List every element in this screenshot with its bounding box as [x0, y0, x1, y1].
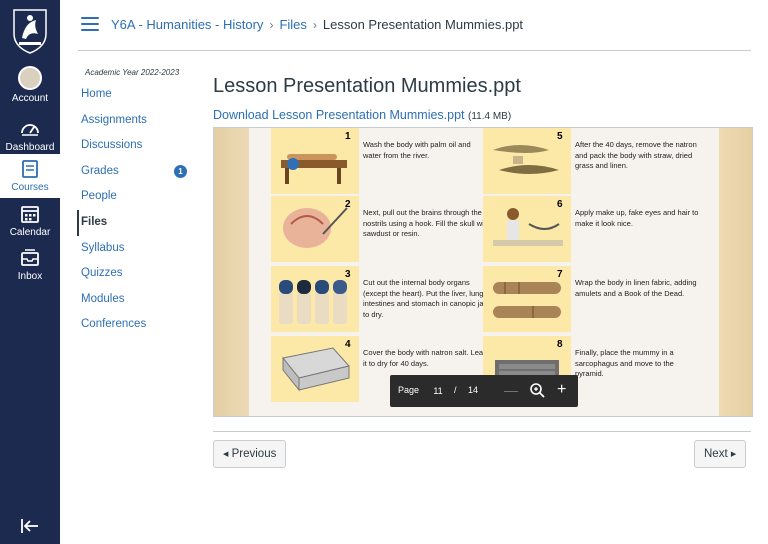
step-text: Apply make up, fake eyes and hair to mak… — [575, 208, 699, 228]
previous-button[interactable]: ◀ Previous — [213, 440, 287, 468]
global-nav-inbox[interactable]: Inbox — [0, 247, 60, 291]
collapse-nav-icon[interactable] — [19, 515, 41, 537]
course-nav-grades[interactable]: Grades 1 — [77, 159, 197, 185]
breadcrumb-current: Lesson Presentation Mummies.ppt — [322, 17, 524, 32]
step-number: 3 — [345, 269, 351, 280]
inbox-icon — [21, 249, 39, 266]
download-row: Download Lesson Presentation Mummies.ppt… — [213, 108, 511, 122]
global-nav-account[interactable]: Account — [0, 66, 60, 110]
page-header: Y6A - Humanities - History › Files › Lesson … — [60, 0, 768, 51]
step-number: 4 — [345, 339, 351, 350]
page-number-input[interactable]: 11 — [430, 383, 446, 399]
course-nav-discussions[interactable]: Discussions — [77, 133, 197, 159]
course-nav-conferences[interactable]: Conferences — [77, 312, 197, 338]
page-separator: / — [454, 385, 457, 395]
slide-step-1: 1 Wash the body with palm oil and water … — [271, 128, 481, 194]
slide-step-3: 3 Cut out the internal body organs (exce… — [271, 266, 490, 332]
file-size: (11.4 MB) — [468, 111, 512, 122]
slide-step-5: 5 After the 40 days, remove the natron a… — [483, 128, 697, 194]
page-total: 14 — [468, 385, 479, 395]
chevron-right-icon: › — [312, 18, 317, 32]
hamburger-menu-icon[interactable] — [81, 17, 99, 31]
slide-page: 1 Wash the body with palm oil and water … — [249, 128, 719, 416]
courses-icon — [22, 160, 38, 178]
step-text: Next, pull out the brains through the no… — [363, 208, 491, 238]
step-text: Wash the body with palm oil and water fr… — [363, 140, 471, 160]
global-navigation: Account Dashboard Courses Calendar Inbox — [0, 0, 60, 544]
step-number: 6 — [557, 199, 563, 210]
academic-year: Academic Year 2022-2023 — [85, 68, 180, 77]
grades-badge: 1 — [174, 164, 187, 178]
download-link[interactable]: Download Lesson Presentation Mummies.ppt — [213, 108, 465, 122]
dashboard-label: Dashboard — [5, 142, 55, 153]
global-nav-calendar[interactable]: Calendar — [0, 203, 60, 247]
zoom-out-button[interactable]: — — [504, 382, 518, 398]
step-number: 5 — [557, 131, 563, 142]
chevron-right-icon: › — [269, 18, 274, 32]
page-title: Lesson Presentation Mummies.ppt — [213, 75, 521, 97]
viewer-toolbar: Page 11 / 14 — + — [390, 375, 578, 407]
courses-label: Courses — [11, 182, 49, 193]
grades-label: Grades — [81, 164, 119, 177]
step-number: 2 — [345, 199, 351, 210]
step-text: Wrap the body in linen fabric, adding am… — [575, 278, 697, 298]
caret-right-icon: ▶ — [730, 451, 737, 458]
step-number: 8 — [557, 339, 563, 350]
course-nav-files[interactable]: Files — [77, 209, 197, 236]
slide-background-right — [717, 128, 752, 416]
zoom-icon[interactable] — [529, 382, 545, 398]
slide-step-7: 7 Wrap the body in linen fabric, adding … — [483, 266, 697, 332]
next-button[interactable]: Next ▶ — [694, 440, 747, 468]
previous-label: Previous — [231, 448, 277, 460]
breadcrumb: Y6A - Humanities - History › Files › Lesson … — [111, 17, 523, 32]
content-divider — [213, 431, 751, 432]
school-logo[interactable] — [10, 8, 50, 54]
header-divider — [78, 50, 751, 51]
course-nav-quizzes[interactable]: Quizzes — [77, 261, 197, 287]
document-viewer[interactable]: 1 Wash the body with palm oil and water … — [213, 127, 753, 417]
page-label: Page — [398, 385, 420, 395]
caret-left-icon: ◀ — [223, 451, 229, 458]
slide-background-left — [214, 128, 249, 416]
breadcrumb-course[interactable]: Y6A - Humanities - History — [111, 17, 263, 32]
inbox-label: Inbox — [17, 271, 43, 282]
course-nav-assignments[interactable]: Assignments — [77, 108, 197, 134]
course-nav-syllabus[interactable]: Syllabus — [77, 236, 197, 262]
step-number: 7 — [557, 269, 563, 280]
course-navigation: Academic Year 2022-2023 Home Assignments… — [77, 60, 197, 338]
global-nav-courses[interactable]: Courses — [0, 154, 60, 198]
slide-step-6: 6 Apply make up, fake eyes and hair to m… — [483, 196, 698, 262]
calendar-icon — [21, 206, 39, 223]
calendar-label: Calendar — [9, 227, 51, 238]
account-label: Account — [11, 93, 49, 104]
next-label: Next — [704, 448, 728, 460]
step-text: Cut out the internal body organs (except… — [363, 278, 490, 319]
step-text: After the 40 days, remove the natron and… — [575, 140, 697, 170]
course-nav-people[interactable]: People — [77, 184, 197, 210]
step-text: Finally, place the mummy in a sarcophagu… — [575, 348, 674, 378]
course-nav-modules[interactable]: Modules — [77, 287, 197, 313]
breadcrumb-files[interactable]: Files — [279, 17, 306, 32]
avatar — [18, 66, 42, 90]
step-number: 1 — [345, 131, 351, 142]
dashboard-icon — [21, 124, 39, 136]
zoom-in-button[interactable]: + — [557, 381, 566, 399]
course-nav-home[interactable]: Home — [77, 82, 197, 108]
slide-step-2: 2 Next, pull out the brains through the … — [271, 196, 490, 262]
step-text: Cover the body with natron salt. Leave i… — [363, 348, 491, 368]
